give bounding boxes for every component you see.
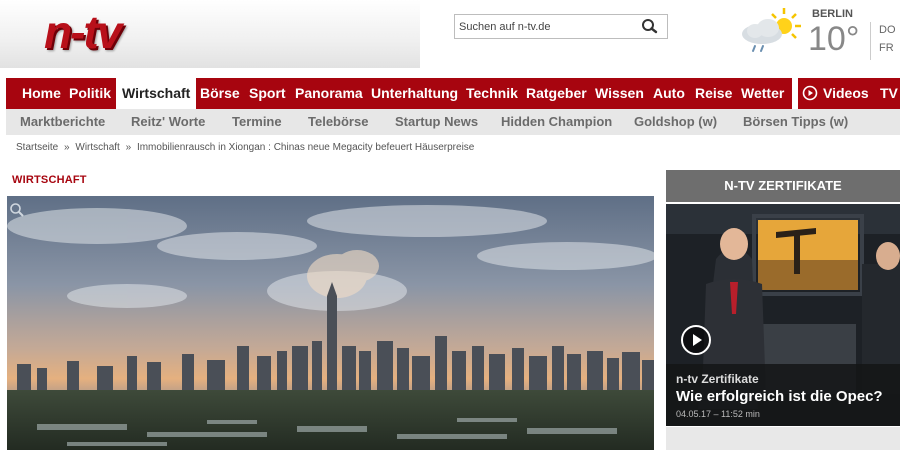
section-label: WIRTSCHAFT xyxy=(12,174,87,186)
nav-item-panorama[interactable]: Panorama xyxy=(295,78,363,109)
breadcrumb: Startseite » Wirtschaft » Immobilienraus… xyxy=(16,142,474,153)
play-button[interactable] xyxy=(680,324,712,356)
weather-day-friday[interactable]: FR xyxy=(879,42,894,54)
weather-divider xyxy=(870,22,871,60)
zoom-icon[interactable] xyxy=(9,202,25,218)
play-icon xyxy=(681,325,711,355)
subnav-item-marktberichte[interactable]: Marktberichte xyxy=(20,109,105,135)
nav-separator xyxy=(792,78,798,109)
sidebar-kicker: n-tv Zertifikate xyxy=(676,372,759,386)
sidebar-title[interactable]: N-TV ZERTIFIKATE xyxy=(666,170,900,202)
search-button[interactable] xyxy=(635,16,665,37)
play-circle-icon xyxy=(802,85,818,101)
nav-item-technik[interactable]: Technik xyxy=(466,78,518,109)
subnav-item-startup-news[interactable]: Startup News xyxy=(395,109,478,135)
sidebar-headline[interactable]: Wie erfolgreich ist die Opec? xyxy=(676,388,883,405)
nav-item-wirtschaft[interactable]: Wirtschaft xyxy=(116,78,197,109)
sidebar-footer xyxy=(666,427,900,450)
weather-city: BERLIN xyxy=(812,8,853,20)
breadcrumb-item-startseite[interactable]: Startseite xyxy=(16,142,58,153)
weather-day-thursday[interactable]: DO xyxy=(879,24,896,36)
sub-navigation: Marktberichte Reitz' Worte Termine Teleb… xyxy=(6,109,900,135)
nav-item-wissen[interactable]: Wissen xyxy=(595,78,644,109)
breadcrumb-separator: » xyxy=(64,142,70,153)
nav-videos-label: Videos xyxy=(823,85,869,101)
search-input[interactable] xyxy=(459,18,629,36)
main-navigation: Home Politik Wirtschaft Börse Sport Pano… xyxy=(6,78,900,109)
nav-item-videos[interactable]: Videos xyxy=(802,78,869,109)
subnav-item-goldshop[interactable]: Goldshop (w) xyxy=(634,109,717,135)
breadcrumb-item-wirtschaft[interactable]: Wirtschaft xyxy=(75,142,119,153)
subnav-item-termine[interactable]: Termine xyxy=(232,109,282,135)
subnav-item-teleboerse[interactable]: Telebörse xyxy=(308,109,368,135)
nav-item-reise[interactable]: Reise xyxy=(695,78,732,109)
nav-item-auto[interactable]: Auto xyxy=(653,78,685,109)
search-icon xyxy=(642,19,658,34)
breadcrumb-item-current: Immobilienrausch in Xiongan : Chinas neu… xyxy=(136,142,475,153)
nav-item-home[interactable]: Home xyxy=(22,78,61,109)
sidebar-video-card[interactable]: n-tv Zertifikate Wie erfolgreich ist die… xyxy=(666,204,900,426)
weather-temperature: 10° xyxy=(808,20,860,58)
subnav-item-reitz-worte[interactable]: Reitz' Worte xyxy=(131,109,205,135)
nav-item-ratgeber[interactable]: Ratgeber xyxy=(526,78,587,109)
nav-item-wetter[interactable]: Wetter xyxy=(741,78,784,109)
breadcrumb-separator: » xyxy=(125,142,132,153)
logo-text: n-tv xyxy=(44,6,122,58)
subnav-item-boersen-tipps[interactable]: Börsen Tipps (w) xyxy=(743,109,848,135)
site-logo[interactable]: n-tv xyxy=(44,6,150,58)
site-header: n-tv BERLIN 10° DO FR xyxy=(0,0,900,76)
search-box xyxy=(454,14,668,39)
nav-item-boerse[interactable]: Börse xyxy=(200,78,240,109)
hero-image[interactable] xyxy=(7,196,654,450)
sidebar-meta: 04.05.17 – 11:52 min xyxy=(676,409,760,419)
nav-item-politik[interactable]: Politik xyxy=(69,78,111,109)
nav-item-sport[interactable]: Sport xyxy=(249,78,286,109)
subnav-item-hidden-champion[interactable]: Hidden Champion xyxy=(501,109,612,135)
nav-item-tv[interactable]: TV xyxy=(880,78,898,109)
sidebar-header: N-TV ZERTIFIKATE xyxy=(666,170,900,202)
nav-item-unterhaltung[interactable]: Unterhaltung xyxy=(371,78,458,109)
partly-cloudy-rain-icon[interactable] xyxy=(738,6,804,56)
